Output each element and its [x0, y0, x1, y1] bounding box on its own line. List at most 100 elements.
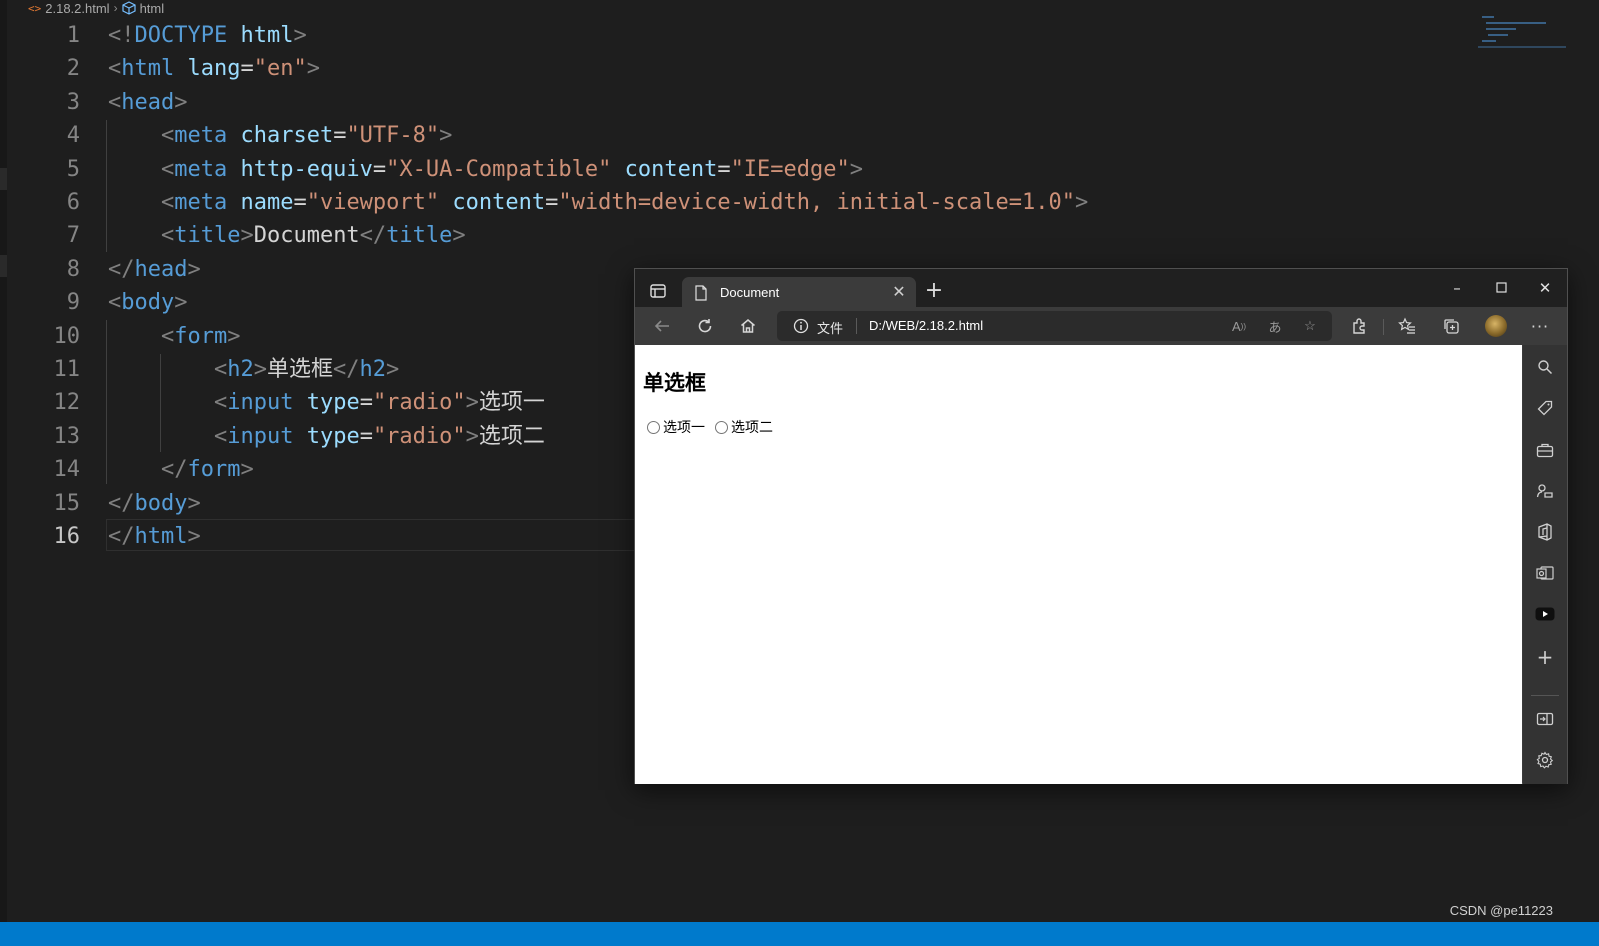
line-number: 13: [53, 423, 81, 449]
code-line[interactable]: 11 <h2>单选框</h2>: [0, 353, 640, 387]
code-token: >: [1074, 190, 1089, 215]
code-line[interactable]: 5 <meta http-equiv="X-UA-Compatible" con…: [0, 153, 863, 187]
address-divider: [856, 318, 857, 334]
breadcrumb-file[interactable]: 2.18.2.html: [45, 1, 109, 16]
code-text: <meta charset="UTF-8">: [108, 119, 452, 153]
code-token: "radio": [372, 390, 466, 416]
code-token: title: [386, 223, 453, 249]
translate-icon[interactable]: あ: [1265, 316, 1285, 336]
code-token: >: [452, 223, 466, 249]
code-line[interactable]: 1 <!DOCTYPE html>: [0, 19, 640, 53]
maximize-icon[interactable]: [1487, 277, 1515, 299]
code-line[interactable]: 7 <title>Document</title>: [0, 219, 640, 253]
code-line[interactable]: 9 <body>: [0, 286, 640, 320]
code-token: meta: [174, 123, 241, 149]
code-token: =: [372, 156, 387, 182]
collections-icon[interactable]: [1439, 314, 1463, 338]
watermark: CSDN @pe11223: [1449, 903, 1553, 918]
radio-label-1: 选项一: [663, 420, 705, 436]
games-icon[interactable]: [1535, 481, 1555, 501]
tab-actions-icon[interactable]: [647, 280, 669, 302]
code-token: >: [174, 290, 188, 316]
code-token: <: [160, 123, 175, 149]
address-protocol-label: 文件: [817, 321, 844, 336]
code-line[interactable]: 3 <head>: [0, 86, 640, 120]
minimize-icon[interactable]: –: [1443, 277, 1471, 299]
read-aloud-icon[interactable]: A)): [1229, 316, 1249, 336]
office-icon[interactable]: [1535, 522, 1555, 542]
code-line[interactable]: 13 <input type="radio">选项二: [0, 420, 640, 454]
tag-icon[interactable]: [1535, 398, 1555, 418]
plus-icon[interactable]: +: [1535, 645, 1555, 669]
code-token: </: [359, 223, 387, 249]
code-text: </head>: [108, 253, 201, 287]
line-number: 8: [66, 256, 80, 282]
extensions-icon[interactable]: [1347, 314, 1371, 338]
code-line[interactable]: 2 <html lang="en">: [0, 52, 640, 86]
search-icon[interactable]: [1535, 357, 1555, 377]
code-token: html: [121, 56, 188, 82]
code-token: input: [227, 423, 307, 449]
code-token: >: [306, 56, 320, 82]
favorites-icon[interactable]: [1395, 314, 1419, 338]
line-number: 10: [53, 323, 81, 349]
code-token: 选项一: [478, 390, 545, 416]
code-line[interactable]: 12 <input type="radio">选项一: [0, 386, 640, 420]
outlook-icon[interactable]: [1535, 563, 1555, 583]
code-token: <: [213, 390, 228, 416]
close-window-icon[interactable]: ✕: [1531, 277, 1559, 299]
breadcrumb-symbol[interactable]: html: [140, 1, 165, 16]
code-line[interactable]: 15 </body>: [0, 487, 640, 521]
url-text[interactable]: D:/WEB/2.18.2.html: [869, 318, 983, 333]
code-text: <!DOCTYPE html>: [108, 19, 307, 53]
back-arrow-icon[interactable]: [650, 314, 674, 338]
close-icon[interactable]: ✕: [888, 282, 910, 304]
plus-icon[interactable]: +: [923, 280, 945, 303]
code-token: <: [108, 56, 122, 82]
code-token: h2: [227, 357, 254, 382]
radio-option-2[interactable]: [715, 420, 728, 434]
code-line[interactable]: 10 <form>: [0, 320, 640, 354]
browser-tab[interactable]: Document ✕: [682, 277, 916, 308]
tab-title: Document: [720, 285, 780, 300]
radio-option-1[interactable]: [647, 420, 660, 434]
settings-icon[interactable]: [1535, 750, 1555, 770]
code-token: 选项二: [478, 423, 545, 449]
more-icon[interactable]: ···: [1528, 314, 1552, 338]
code-token: >: [849, 156, 864, 182]
code-token: form: [187, 457, 241, 483]
browser-titlebar: Document ✕ + – ✕: [635, 269, 1567, 308]
code-token: html: [240, 23, 294, 48]
code-line[interactable]: 8 </head>: [0, 253, 640, 287]
line-number: 4: [66, 123, 80, 149]
add-favorite-icon[interactable]: ☆: [1300, 316, 1320, 336]
code-token: >: [465, 390, 479, 416]
code-token: <!: [108, 23, 135, 48]
info-icon[interactable]: [793, 318, 809, 334]
code-text: <title>Document</title>: [108, 219, 466, 253]
line-number: 16: [53, 524, 81, 549]
code-line[interactable]: 4 <meta charset="UTF-8">: [0, 119, 640, 153]
chevron-right-icon: ›: [113, 1, 118, 15]
code-token: >: [253, 357, 267, 382]
home-icon[interactable]: [736, 314, 760, 338]
code-token: "radio": [372, 423, 466, 449]
code-token: =: [545, 190, 559, 215]
avatar[interactable]: [1485, 315, 1507, 337]
address-bar[interactable]: 文件 D:/WEB/2.18.2.html A)) あ ☆: [777, 311, 1332, 341]
minimap[interactable]: [1478, 14, 1568, 50]
youtube-icon[interactable]: [1535, 604, 1555, 624]
code-text: </body>: [108, 487, 201, 521]
browser-toolbar: 文件 D:/WEB/2.18.2.html A)) あ ☆ ···: [635, 307, 1567, 345]
code-token: </: [108, 490, 135, 516]
briefcase-icon[interactable]: [1535, 440, 1555, 460]
code-line[interactable]: 16 </html>: [0, 520, 640, 554]
refresh-icon[interactable]: [693, 314, 717, 338]
code-line[interactable]: 6 <meta name="viewport" content="width=d…: [0, 186, 1088, 220]
code-line[interactable]: 14 </form>: [0, 453, 640, 487]
hide-sidebar-icon[interactable]: [1535, 709, 1555, 729]
code-text: <body>: [108, 286, 187, 320]
